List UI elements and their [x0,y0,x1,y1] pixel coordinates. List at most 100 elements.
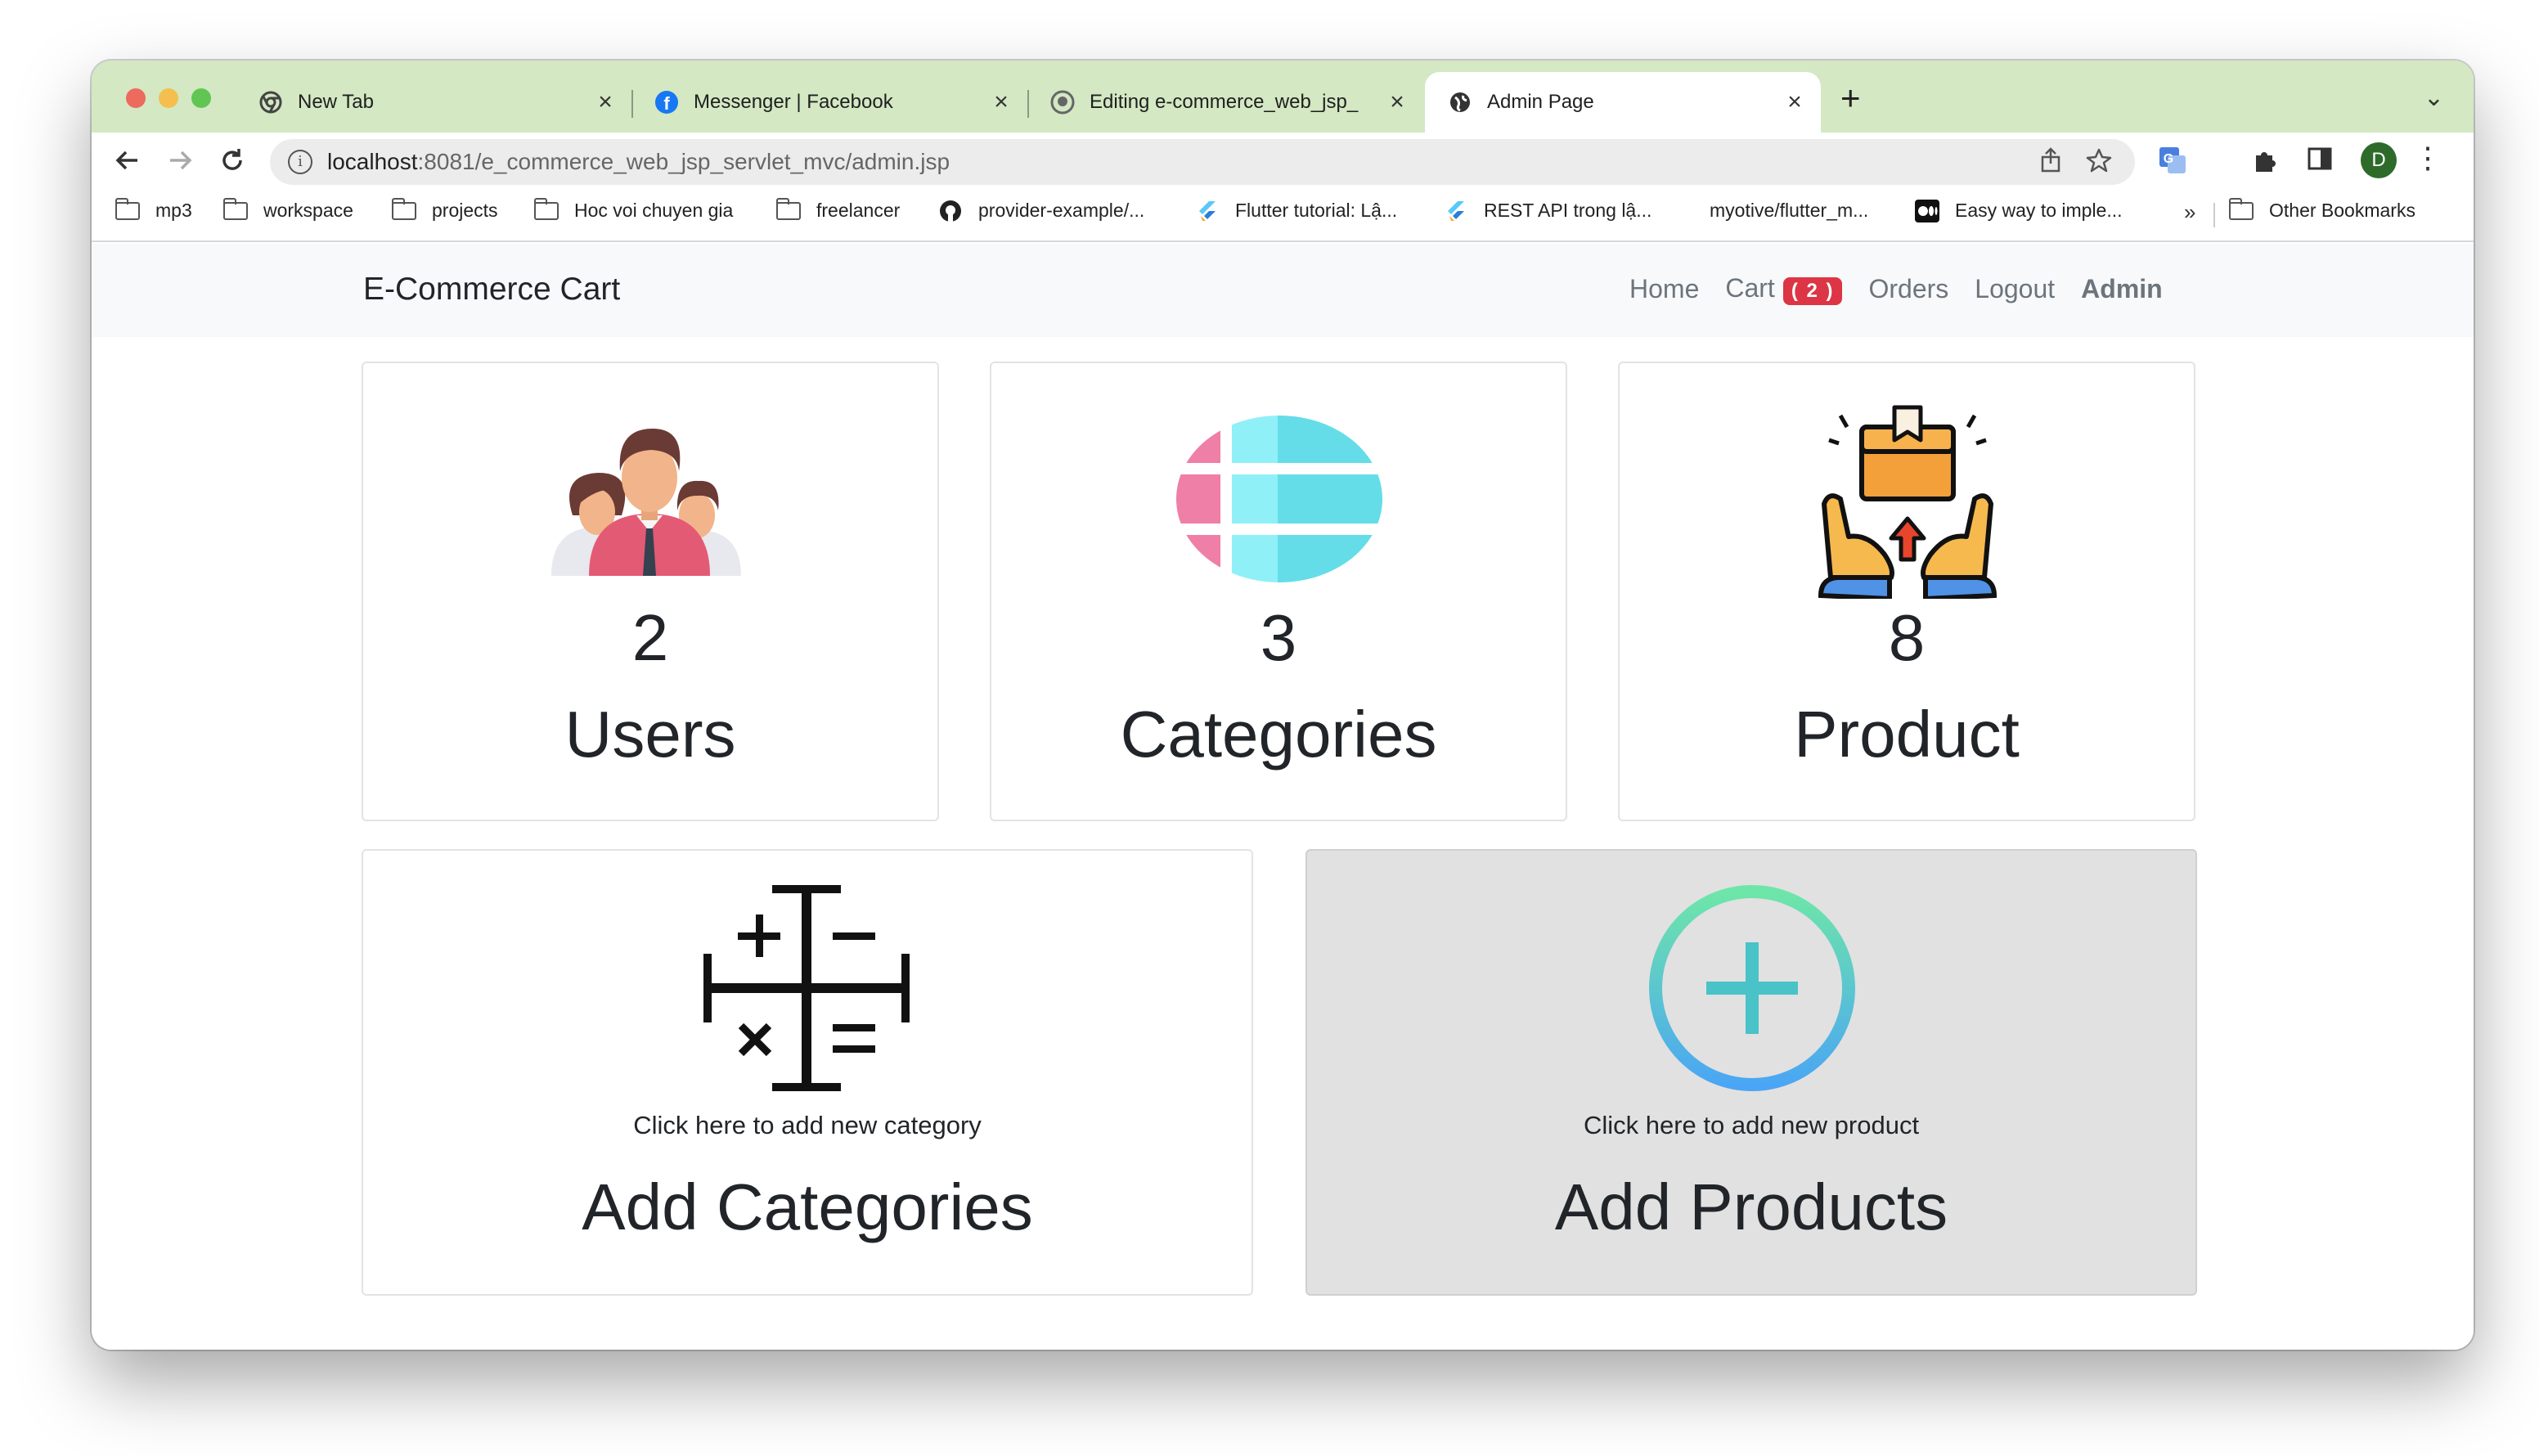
categories-stat-card[interactable]: 3 Categories [990,362,1567,821]
tab-github-editing[interactable]: Editing e-commerce_web_jsp_ × [1027,72,1423,133]
tab-title: Admin Page [1487,91,1594,113]
flutter-icon [1194,200,1220,222]
list-icon [1176,416,1382,582]
svg-text:G: G [2164,152,2173,166]
reload-icon [222,149,242,170]
close-icon[interactable]: × [589,88,622,116]
nav-links: Home Cart( 2 ) Orders Logout Admin [1629,273,2189,305]
svg-text:f: f [663,93,670,114]
bookmark-label: myotive/flutter_m... [1710,200,1869,221]
bookmark-workspace[interactable]: workspace [222,197,353,222]
close-icon[interactable]: × [1778,88,1811,116]
folder-icon [115,197,141,222]
site-info-icon[interactable]: i [288,150,312,174]
nav-orders-link[interactable]: Orders [1868,274,1948,304]
nav-logout-link[interactable]: Logout [1975,274,2055,304]
bookmark-freelancer[interactable]: freelancer [775,197,900,222]
folder-icon [222,197,249,222]
more-menu-icon[interactable]: ⋮ [2413,141,2442,175]
close-icon[interactable]: × [985,88,1018,116]
back-button[interactable] [110,142,146,178]
folder-icon [533,197,559,222]
close-icon[interactable]: × [1381,88,1413,116]
calculator-icon [703,885,910,1091]
site-navbar: E-Commerce Cart Home Cart( 2 ) Orders Lo… [92,244,2474,337]
tab-messenger[interactable]: f Messenger | Facebook × [631,72,1029,133]
product-label: Product [1794,698,2020,771]
product-count: 8 [1888,601,1926,674]
browser-toolbar: i localhost:8081/e_commerce_web_jsp_serv… [92,133,2474,188]
bookmark-easy-way[interactable]: Easy way to imple... [1914,199,2123,222]
bookmark-other-bookmarks[interactable]: Other Bookmarks [2228,197,2415,222]
bookmark-mp3[interactable]: mp3 [115,197,192,222]
cart-count-badge: ( 2 ) [1782,277,1843,305]
add-product-hint: Click here to add new product [1583,1111,1920,1139]
arrow-right-icon [170,151,192,170]
product-stat-card[interactable]: 8 Product [1618,362,2195,821]
nav-cart-link[interactable]: Cart( 2 ) [1725,273,1843,305]
users-icon [551,429,741,576]
users-count: 2 [631,601,669,674]
translate-extension-icon[interactable]: G [2158,146,2187,179]
plus-circle-icon [1649,885,1855,1091]
users-stat-card[interactable]: 2 Users [362,362,939,821]
maximize-window-button[interactable] [191,88,211,108]
brand-link[interactable]: E-Commerce Cart [363,272,620,308]
browser-window: New Tab × f Messenger | Facebook × Editi… [92,61,2474,1350]
side-panel-icon[interactable] [2307,146,2333,176]
tab-new-tab[interactable]: New Tab × [236,72,633,133]
chevron-down-icon[interactable]: ⌄ [2424,83,2444,112]
tab-title: Editing e-commerce_web_jsp_ [1090,91,1359,113]
bookmark-label: mp3 [155,200,192,221]
bookmark-projects[interactable]: projects [391,197,498,222]
url-host: localhost [327,149,418,174]
folder-icon [2228,197,2254,222]
url-path: :8081/e_commerce_web_jsp_servlet_mvc/adm… [417,149,950,174]
chrome-icon [258,90,283,115]
product-box-icon [1818,405,1997,599]
add-products-card[interactable]: Click here to add new product Add Produc… [1305,849,2197,1296]
arrow-left-icon [115,151,137,170]
bookmark-flutter-tutorial[interactable]: Flutter tutorial: Lậ... [1194,200,1397,222]
bookmark-label: Other Bookmarks [2269,200,2415,221]
bookmark-label: Flutter tutorial: Lậ... [1235,200,1398,221]
tab-title: Messenger | Facebook [694,91,893,113]
bookmark-label: REST API trong lậ... [1484,200,1652,221]
extensions-puzzle-icon[interactable] [2251,146,2279,178]
reload-button[interactable] [214,142,250,178]
tab-title: New Tab [298,91,374,113]
bookmark-label: projects [432,200,498,221]
bookmarks-overflow-button[interactable]: » [2184,200,2195,225]
bookmark-provider-example[interactable]: provider-example/... [937,200,1144,222]
nav-cart-label: Cart [1725,273,1775,303]
address-bar[interactable]: i localhost:8081/e_commerce_web_jsp_serv… [270,139,2135,185]
users-label: Users [564,698,736,771]
bookmark-label: Hoc voi chuyen gia [574,200,734,221]
bookmark-label: workspace [263,200,353,221]
folder-icon [775,197,802,222]
add-categories-card[interactable]: Click here to add new category Add Categ… [362,849,1253,1296]
minimize-window-button[interactable] [159,88,178,108]
bookmarks-divider [2213,203,2215,227]
close-window-button[interactable] [126,88,146,108]
bookmark-rest-api[interactable]: REST API trong lậ... [1443,200,1651,222]
bookmark-star-icon[interactable] [2086,147,2112,180]
url-text[interactable]: localhost:8081/e_commerce_web_jsp_servle… [327,149,950,175]
categories-label: Categories [1120,698,1437,771]
add-category-hint: Click here to add new category [633,1111,982,1139]
add-products-label: Add Products [1554,1171,1948,1243]
github-icon [1050,90,1075,115]
nav-home-link[interactable]: Home [1629,274,1699,304]
bookmark-myotive[interactable]: myotive/flutter_m... [1710,200,1868,222]
globe-icon [1448,90,1472,115]
bookmarks-bar: mp3 workspace projects Hoc voi chuyen gi… [92,188,2474,242]
nav-admin-link[interactable]: Admin [2081,274,2163,304]
profile-avatar[interactable]: D [2361,142,2397,178]
share-icon[interactable] [2038,147,2063,180]
forward-button[interactable] [162,142,198,178]
bookmark-hoc-voi-chuyen-gia[interactable]: Hoc voi chuyen gia [533,197,734,222]
categories-count: 3 [1260,601,1297,674]
new-tab-button[interactable]: + [1840,81,1861,115]
facebook-icon: f [654,90,679,115]
tab-admin-page[interactable]: Admin Page × [1425,72,1821,133]
